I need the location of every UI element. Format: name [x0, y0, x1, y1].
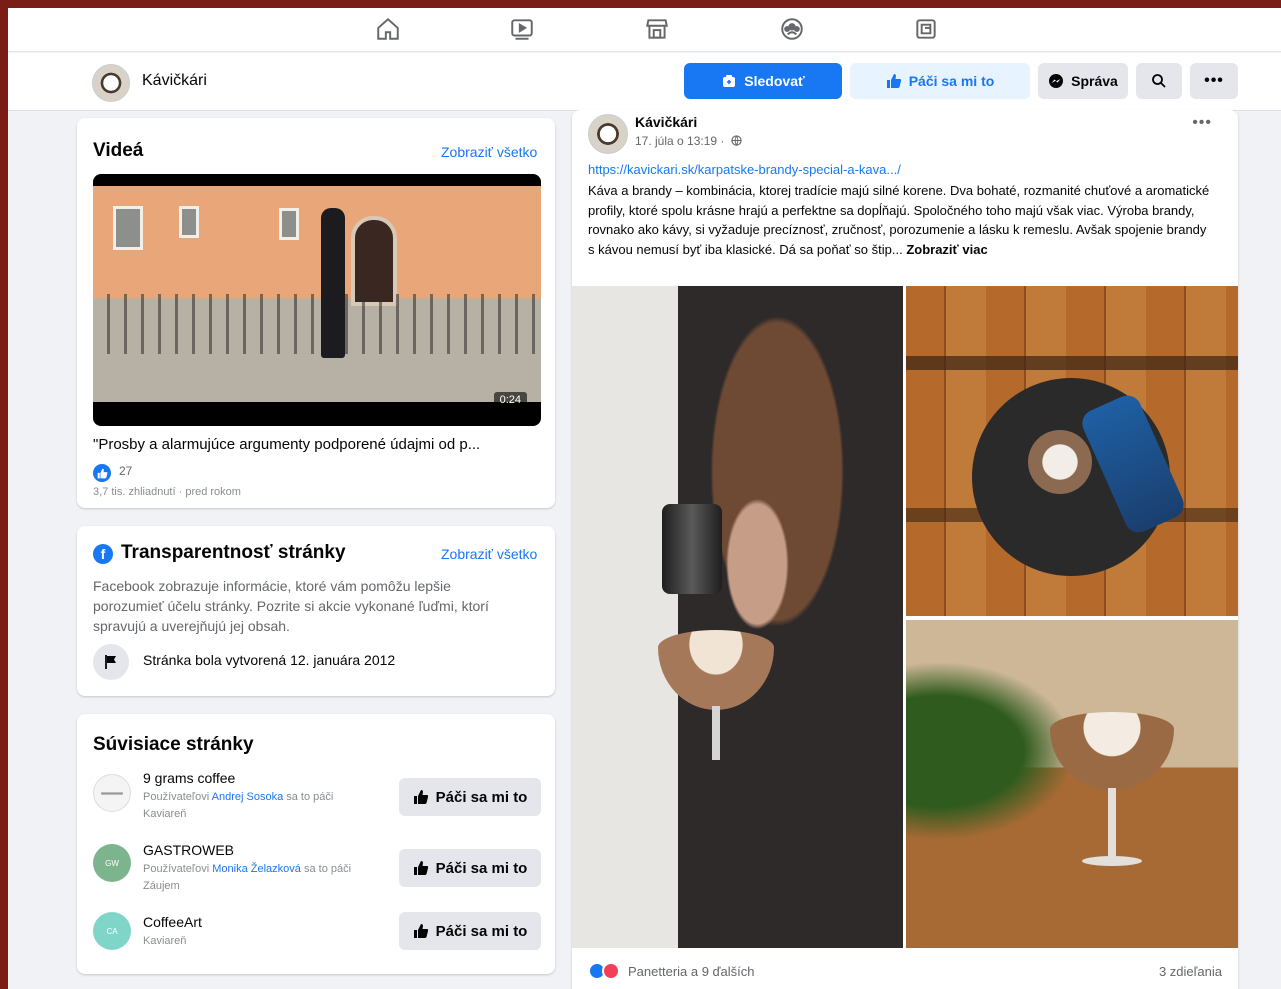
milk-pitcher [662, 504, 722, 594]
see-more-link[interactable]: Zobraziť viac [906, 242, 987, 257]
post-author-avatar[interactable] [588, 114, 628, 154]
friend-link[interactable]: Monika Želazková [212, 863, 301, 875]
more-options-button[interactable]: ••• [1190, 63, 1238, 99]
page-avatar[interactable] [92, 64, 130, 102]
related-like-button[interactable]: Páči sa mi to [399, 849, 541, 887]
gaming-icon[interactable] [906, 12, 946, 46]
related-avatar[interactable] [93, 774, 131, 812]
building-window [279, 208, 299, 240]
page-search-button[interactable] [1136, 63, 1182, 99]
videos-title: Videá [93, 140, 144, 161]
transparency-see-all-link[interactable]: Zobraziť všetko [441, 546, 537, 562]
post-photo-brandy[interactable] [906, 286, 1238, 616]
transparency-card: f Transparentnosť stránky Zobraziť všetk… [77, 526, 555, 696]
cafe-chairs [93, 294, 541, 354]
video-person [321, 208, 345, 358]
like-reaction-icon [93, 464, 111, 482]
related-avatar[interactable]: CA [93, 912, 131, 950]
message-label: Správa [1071, 73, 1118, 89]
home-icon[interactable] [368, 12, 408, 46]
videos-card: Videá Zobraziť všetko 0:24 "Prosby a ala… [77, 118, 555, 508]
post-options-button[interactable]: ••• [1192, 114, 1212, 132]
page-name[interactable]: Kávičkári [142, 72, 207, 90]
follow-button[interactable]: Sledovať [684, 63, 842, 99]
top-navigation [8, 8, 1281, 52]
friend-link[interactable]: Andrej Sosoka [212, 791, 284, 803]
glass-foot [1082, 856, 1142, 866]
post-shares[interactable]: 3 zdieľania [1159, 964, 1222, 979]
related-page-subtitle: Používateľovi Monika Želazková sa to páč… [143, 863, 352, 892]
coffee-cup [1028, 430, 1092, 494]
related-title: Súvisiace stránky [93, 734, 254, 755]
table-plank [906, 356, 1238, 370]
glass-stem [1108, 788, 1116, 860]
post-photo-cocktail[interactable] [906, 620, 1238, 948]
related-avatar[interactable]: GW [93, 844, 131, 882]
app-frame: Kávičkári Sledovať Páči sa mi to Správa … [8, 8, 1281, 989]
love-reaction-icon [602, 962, 620, 980]
thumbs-up-icon [886, 74, 901, 88]
message-button[interactable]: Správa [1038, 63, 1128, 99]
coffee-glass [1050, 712, 1174, 790]
related-page-name[interactable]: 9 grams coffee [143, 770, 235, 786]
post-reactions[interactable]: Panetteria a 9 ďalších [628, 964, 755, 979]
videos-see-all-link[interactable]: Zobraziť všetko [441, 144, 537, 160]
facebook-icon: f [93, 544, 113, 564]
like-page-button[interactable]: Páči sa mi to [850, 63, 1030, 99]
related-page-name[interactable]: CoffeeArt [143, 914, 202, 930]
search-icon [1152, 74, 1166, 88]
page-header: Kávičkári Sledovať Páči sa mi to Správa … [8, 53, 1281, 111]
globe-icon [731, 135, 742, 146]
related-page-subtitle: Používateľovi Andrej Sosoka sa to páči Ka… [143, 791, 334, 820]
watch-icon[interactable] [502, 12, 542, 46]
post-text: Káva a brandy – kombinácia, ktorej tradí… [588, 183, 1210, 257]
related-category: Kaviareň [143, 808, 187, 820]
post-link[interactable]: https://kavickari.sk/karpatske-brandy-sp… [588, 162, 901, 177]
video-meta: 3,7 tis. zhliadnutí · pred rokom [93, 486, 241, 498]
post-photo-barista[interactable] [572, 286, 903, 948]
marketplace-icon[interactable] [637, 12, 677, 46]
building-window [179, 206, 199, 238]
thumbs-up-icon [413, 924, 428, 938]
transparency-title: Transparentnosť stránky [121, 542, 346, 563]
follow-icon [723, 75, 736, 87]
coffee-glass [658, 630, 774, 710]
post-card: Kávičkári 17. júla o 13:19 · ••• https:/… [572, 110, 1238, 989]
video-reaction-count: 27 [119, 464, 133, 478]
video-scene [93, 186, 541, 402]
building-door [351, 216, 397, 306]
related-like-button[interactable]: Páči sa mi to [399, 778, 541, 816]
reaction-icons [588, 962, 620, 980]
related-page-name[interactable]: GASTROWEB [143, 842, 234, 858]
post-author[interactable]: Kávičkári [635, 114, 697, 130]
flag-icon [93, 644, 129, 680]
thumbs-up-icon [413, 861, 428, 875]
related-category: Záujem [143, 880, 180, 892]
related-like-button[interactable]: Páči sa mi to [399, 912, 541, 950]
messenger-icon [1049, 74, 1064, 88]
post-timestamp[interactable]: 17. júla o 13:19 · [635, 134, 742, 148]
more-icon: ••• [1204, 72, 1224, 89]
related-pages-card: Súvisiace stránky 9 grams coffee Používa… [77, 714, 555, 974]
video-duration: 0:24 [493, 392, 527, 408]
follow-label: Sledovať [744, 73, 805, 89]
thumbs-up-icon [413, 790, 428, 804]
video-thumbnail[interactable]: 0:24 [93, 174, 541, 426]
building-window [113, 206, 143, 250]
video-caption[interactable]: "Prosby a alarmujúce argumenty podporené… [93, 436, 543, 453]
transparency-description: Facebook zobrazuje informácie, ktoré vám… [93, 578, 489, 634]
groups-icon[interactable] [772, 12, 812, 46]
like-page-label: Páči sa mi to [908, 73, 995, 89]
page-created-date: Stránka bola vytvorená 12. januára 2012 [143, 652, 396, 668]
glass-stem [712, 706, 720, 760]
related-category: Kaviareň [143, 935, 187, 947]
